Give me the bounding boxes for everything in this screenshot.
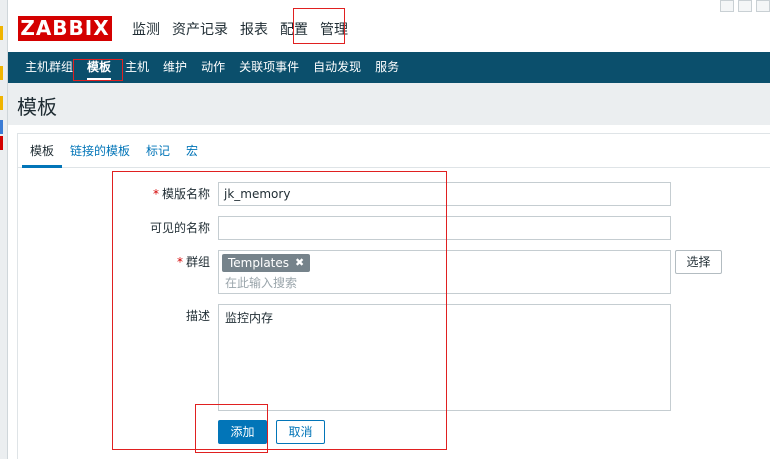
required-marker: * — [176, 255, 183, 269]
left-edge-strip — [0, 0, 8, 459]
sub-menu-maintenance[interactable]: 维护 — [156, 52, 194, 83]
main-menu-monitoring[interactable]: 监测 — [126, 20, 166, 40]
groups-search-input[interactable]: 在此输入搜索 — [225, 275, 297, 291]
top-right-controls — [720, 0, 770, 12]
required-marker: * — [152, 187, 159, 201]
groups-select-button[interactable]: 选择 — [675, 250, 722, 274]
main-menu-configuration[interactable]: 配置 — [274, 20, 314, 40]
main-menu-administration[interactable]: 管理 — [314, 20, 354, 40]
visible-name-label: 可见的名称 — [149, 221, 210, 235]
sub-menu-discovery[interactable]: 自动发现 — [306, 52, 368, 83]
groups-multiselect[interactable]: Templates ✖ 在此输入搜索 — [218, 250, 671, 294]
tab-tags[interactable]: 标记 — [138, 134, 178, 167]
description-label: 描述 — [185, 309, 210, 323]
page-title: 模板 — [17, 95, 57, 119]
top-header: ZABBIX 监测 资产记录 报表 配置 管理 — [8, 0, 770, 52]
tab-macros[interactable]: 宏 — [178, 134, 206, 167]
sub-menu-event-correlation[interactable]: 关联项事件 — [232, 52, 306, 83]
visible-name-input[interactable] — [218, 216, 671, 240]
page-header: 模板 — [8, 83, 770, 125]
edge-mark — [0, 96, 3, 110]
top-right-icon[interactable] — [720, 0, 734, 12]
tab-linked-templates[interactable]: 链接的模板 — [62, 134, 138, 167]
top-right-icon[interactable] — [756, 0, 770, 12]
cancel-button[interactable]: 取消 — [276, 420, 325, 444]
main-menu-inventory[interactable]: 资产记录 — [166, 20, 234, 40]
group-chip-templates: Templates ✖ — [222, 254, 311, 272]
top-right-icon[interactable] — [738, 0, 752, 12]
sub-menu-actions[interactable]: 动作 — [194, 52, 232, 83]
template-name-input[interactable]: jk_memory — [218, 182, 671, 206]
group-chip-label: Templates — [228, 256, 290, 270]
edge-mark — [0, 26, 3, 40]
groups-label: * 群组 — [176, 255, 210, 269]
sub-menu-templates[interactable]: 模板 — [80, 52, 118, 83]
add-button[interactable]: 添加 — [218, 420, 267, 444]
sub-menu-hosts[interactable]: 主机 — [118, 52, 156, 83]
zabbix-logo[interactable]: ZABBIX — [18, 16, 112, 41]
tab-template[interactable]: 模板 — [22, 134, 63, 168]
sub-menu-host-groups[interactable]: 主机群组 — [18, 52, 80, 83]
sub-menu-bar: 主机群组 模板 主机 维护 动作 关联项事件 自动发现 服务 — [8, 52, 770, 83]
template-name-label: * 模版名称 — [152, 187, 210, 201]
description-textarea[interactable]: 监控内存 — [218, 304, 671, 411]
template-form-card: 模板 链接的模板 标记 宏 * 模版名称 jk_memory 可见的名称 * 群组 … — [17, 133, 770, 459]
edge-mark — [0, 120, 3, 134]
main-menu: 监测 资产记录 报表 配置 管理 — [126, 20, 354, 40]
edge-mark — [0, 66, 3, 80]
main-menu-reports[interactable]: 报表 — [234, 20, 274, 40]
chip-remove-icon[interactable]: ✖ — [295, 254, 304, 272]
form-tabs: 模板 链接的模板 标记 宏 — [18, 134, 770, 168]
sub-menu-services[interactable]: 服务 — [368, 52, 406, 83]
edge-mark — [0, 136, 3, 150]
